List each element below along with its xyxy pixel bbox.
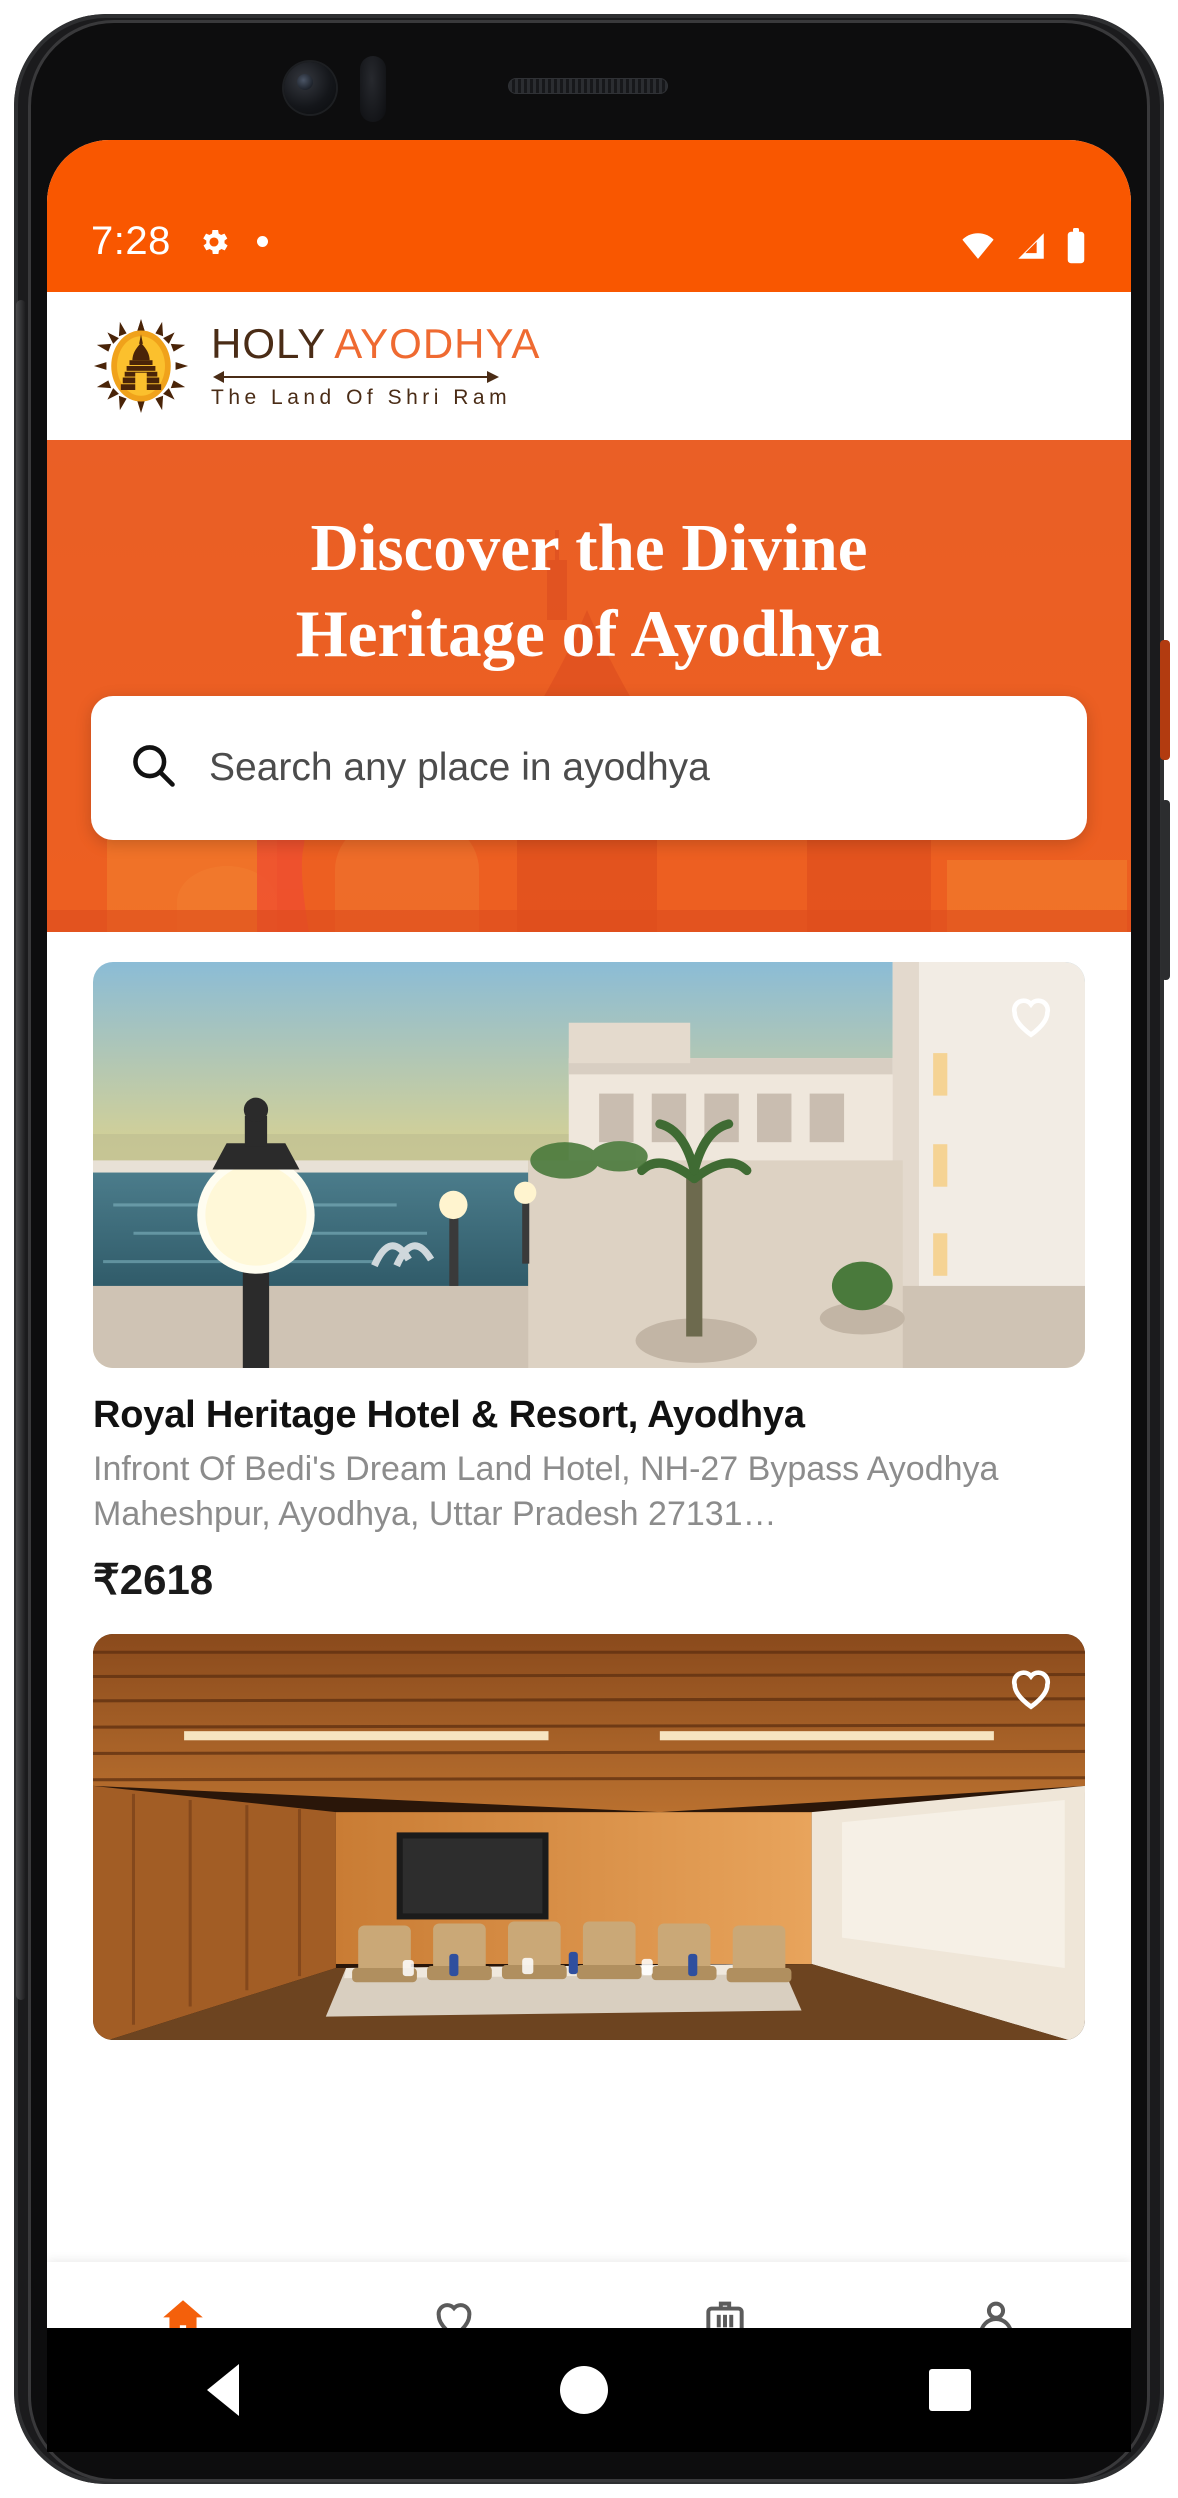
signal-icon <box>1013 229 1049 263</box>
brand-tagline: The Land Of Shri Ram <box>211 386 512 410</box>
recents-button[interactable] <box>928 2369 971 2411</box>
proximity-sensor <box>360 56 386 122</box>
hero-title: Discover the Divine Heritage of Ayodhya <box>47 440 1131 678</box>
listing-image[interactable] <box>93 962 1085 1368</box>
wifi-icon <box>959 229 997 263</box>
back-button[interactable] <box>207 2364 240 2416</box>
brand-name-secondary: AYODHYA <box>334 319 541 367</box>
volume-button[interactable] <box>1161 800 1170 980</box>
brand-divider-arrow <box>213 370 499 384</box>
listing-list: Royal Heritage Hotel & Resort, Ayodhya I… <box>47 932 1131 2040</box>
notification-dot-icon <box>256 236 268 247</box>
sun-temple-emblem-icon <box>93 318 189 414</box>
status-bar-clock: 7:28 <box>91 219 171 263</box>
listing-title: Royal Heritage Hotel & Resort, Ayodhya <box>93 1394 805 1436</box>
search-wrapper: Search any place in ayodhya <box>91 695 1087 840</box>
search-icon <box>127 739 179 796</box>
favorite-button[interactable] <box>1003 1660 1059 1716</box>
android-navigation-bar <box>47 2328 1131 2452</box>
search-input[interactable]: Search any place in ayodhya <box>91 695 1087 840</box>
phone-screen: 7:28 HOLY AYODHYA The Land Of Shri Ram D… <box>47 140 1131 2430</box>
phone-left-edge <box>16 300 26 2000</box>
gear-icon <box>197 225 231 259</box>
brand-title: HOLY AYODHYA <box>211 319 541 367</box>
search-placeholder: Search any place in ayodhya <box>209 745 710 789</box>
list-item[interactable] <box>93 1604 1085 2040</box>
front-camera <box>284 62 336 114</box>
battery-icon <box>1065 228 1087 264</box>
screenshot-root: 7:28 HOLY AYODHYA The Land Of Shri Ram D… <box>0 0 1178 2498</box>
power-button[interactable] <box>1160 640 1170 760</box>
hero-title-line2: Heritage of Ayodhya <box>295 596 883 671</box>
favorite-button[interactable] <box>1003 988 1059 1044</box>
status-bar-right <box>959 228 1087 264</box>
status-bar-left: 7:28 <box>91 219 268 264</box>
listing-image[interactable] <box>93 1633 1085 2040</box>
earpiece-speaker <box>508 78 668 94</box>
brand-name-primary: HOLY <box>211 319 327 367</box>
listing-address: Infront Of Bedi's Dream Land Hotel, NH-2… <box>93 1450 999 1533</box>
hero-title-line1: Discover the Divine <box>310 511 868 585</box>
app-header: HOLY AYODHYA The Land Of Shri Ram <box>47 292 1131 440</box>
hero-banner: Discover the Divine Heritage of Ayodhya … <box>47 440 1131 932</box>
list-item[interactable]: Royal Heritage Hotel & Resort, Ayodhya I… <box>93 932 1085 1604</box>
home-button[interactable] <box>559 2366 608 2414</box>
brand-block: HOLY AYODHYA The Land Of Shri Ram <box>211 319 541 410</box>
listing-price: ₹2618 <box>93 1555 214 1603</box>
status-bar: 7:28 <box>47 140 1131 292</box>
